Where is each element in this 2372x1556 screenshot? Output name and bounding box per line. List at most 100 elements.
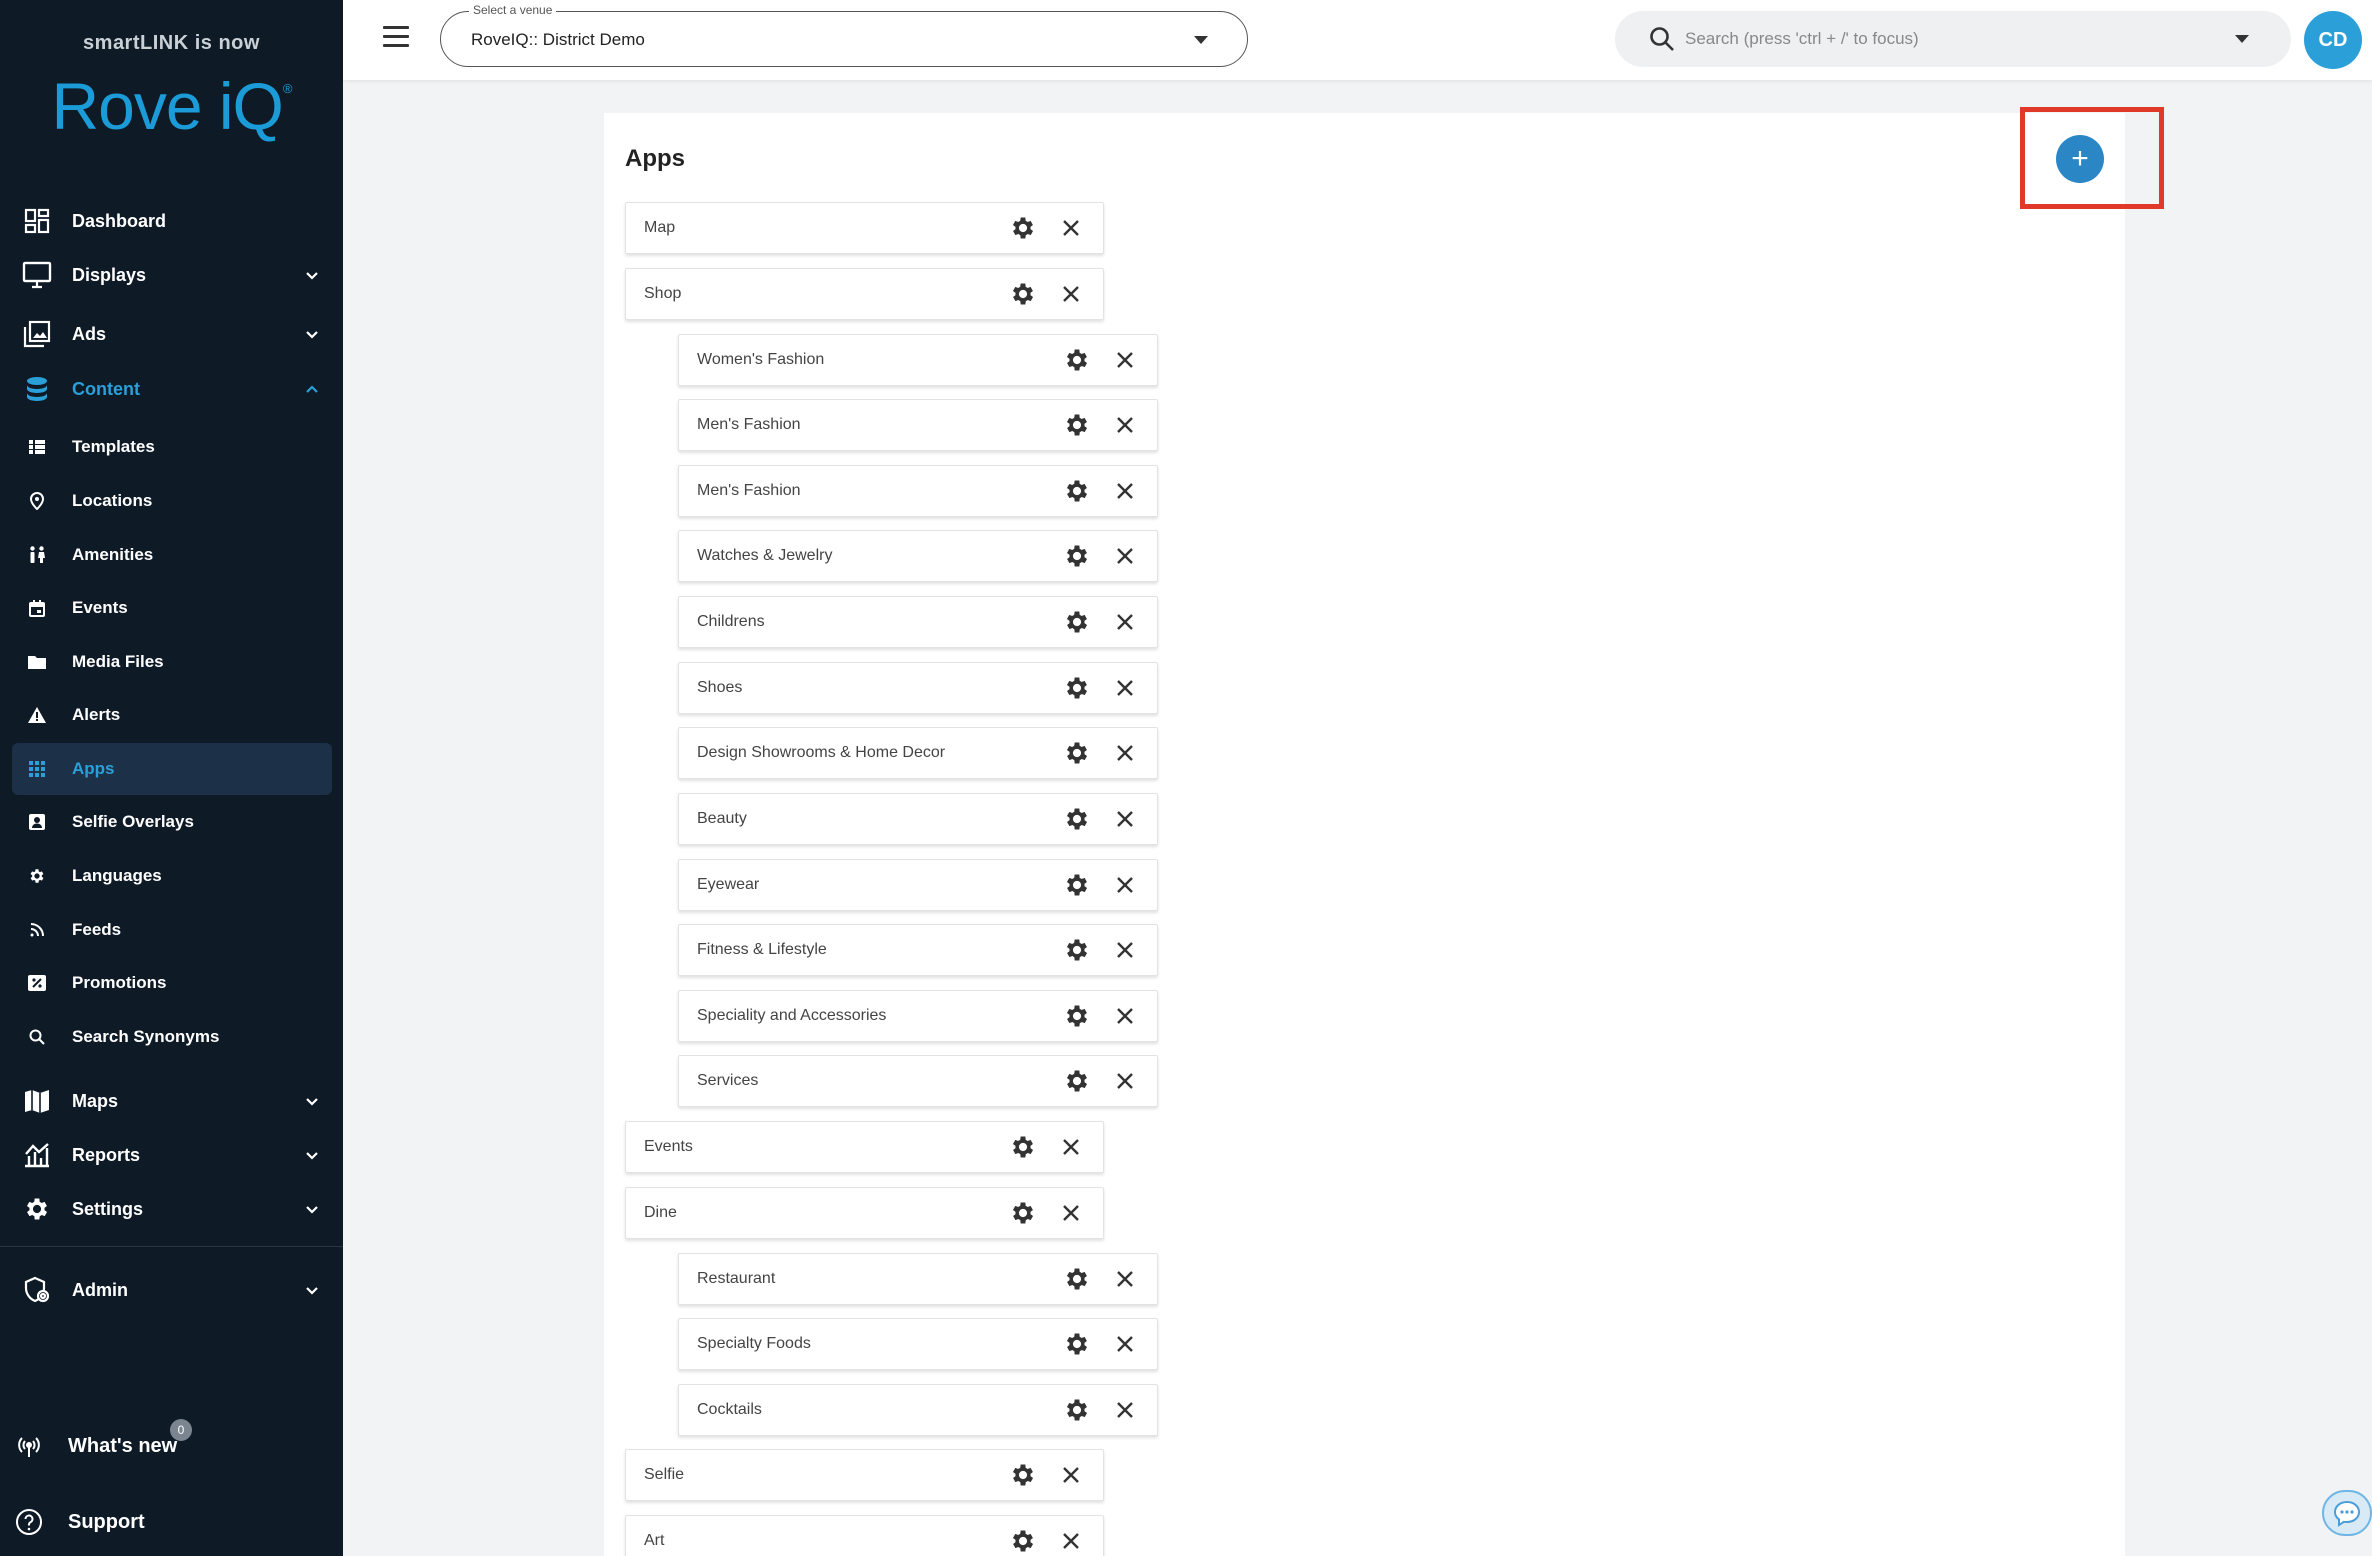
- sidebar-item-content[interactable]: Content: [12, 364, 332, 414]
- sidebar-item-selfie-overlays[interactable]: Selfie Overlays: [12, 797, 332, 847]
- close-icon[interactable]: [1101, 334, 1149, 386]
- sidebar-item-feeds[interactable]: Feeds: [12, 905, 332, 955]
- close-icon[interactable]: [1101, 727, 1149, 779]
- list-item[interactable]: Eyewear: [678, 859, 1158, 911]
- gear-icon[interactable]: [1053, 1253, 1101, 1305]
- gear-icon[interactable]: [999, 1121, 1047, 1173]
- close-icon[interactable]: [1101, 1253, 1149, 1305]
- sidebar-item-alerts[interactable]: Alerts: [12, 690, 332, 740]
- list-item[interactable]: Map: [625, 202, 1104, 254]
- database-icon: [12, 364, 62, 414]
- app-name: Services: [697, 1072, 759, 1089]
- list-item[interactable]: Shop: [625, 268, 1104, 320]
- list-item[interactable]: Art: [625, 1515, 1104, 1556]
- sidebar-item-events[interactable]: Events: [12, 583, 332, 633]
- sidebar-item-dashboard[interactable]: Dashboard: [12, 196, 332, 246]
- list-item[interactable]: Specialty Foods: [678, 1318, 1158, 1370]
- gear-icon[interactable]: [999, 268, 1047, 320]
- gear-icon: [12, 851, 62, 901]
- sidebar-item-templates[interactable]: Templates: [12, 422, 332, 472]
- sidebar-item-amenities[interactable]: Amenities: [12, 530, 332, 580]
- gear-icon[interactable]: [999, 1187, 1047, 1239]
- list-item[interactable]: Selfie: [625, 1449, 1104, 1501]
- venue-select[interactable]: Select a venue RoveIQ:: District Demo: [440, 3, 1248, 67]
- sidebar-item-reports[interactable]: Reports: [12, 1130, 332, 1180]
- list-item[interactable]: Childrens: [678, 596, 1158, 648]
- gear-icon[interactable]: [999, 1515, 1047, 1556]
- list-item[interactable]: Speciality and Accessories: [678, 990, 1158, 1042]
- gear-icon[interactable]: [1053, 793, 1101, 845]
- close-icon[interactable]: [1101, 465, 1149, 517]
- list-item[interactable]: Men's Fashion: [678, 465, 1158, 517]
- close-icon[interactable]: [1101, 990, 1149, 1042]
- close-icon[interactable]: [1047, 202, 1095, 254]
- close-icon[interactable]: [1101, 596, 1149, 648]
- list-item[interactable]: Services: [678, 1055, 1158, 1107]
- sidebar-item-support[interactable]: Support: [4, 1497, 324, 1547]
- sidebar-label-dashboard: Dashboard: [72, 210, 167, 231]
- gear-icon[interactable]: [1053, 859, 1101, 911]
- gear-icon[interactable]: [999, 202, 1047, 254]
- close-icon[interactable]: [1047, 1449, 1095, 1501]
- gear-icon[interactable]: [1053, 1384, 1101, 1436]
- gear-icon[interactable]: [1053, 530, 1101, 582]
- sidebar-item-admin[interactable]: Admin: [12, 1265, 332, 1315]
- close-icon[interactable]: [1101, 1318, 1149, 1370]
- avatar[interactable]: CD: [2304, 11, 2362, 69]
- gear-icon[interactable]: [1053, 727, 1101, 779]
- gear-icon[interactable]: [1053, 596, 1101, 648]
- sidebar-item-media-files[interactable]: Media Files: [12, 637, 332, 687]
- gear-icon[interactable]: [1053, 399, 1101, 451]
- sidebar-label-feeds: Feeds: [72, 920, 122, 939]
- sidebar-item-ads[interactable]: Ads: [12, 309, 332, 359]
- close-icon[interactable]: [1101, 1384, 1149, 1436]
- gear-icon[interactable]: [999, 1449, 1047, 1501]
- sidebar-item-apps[interactable]: Apps: [12, 743, 332, 795]
- gear-icon[interactable]: [1053, 924, 1101, 976]
- sidebar-item-maps[interactable]: Maps: [12, 1076, 332, 1126]
- gear-icon[interactable]: [1053, 334, 1101, 386]
- list-item[interactable]: Restaurant: [678, 1253, 1158, 1305]
- sidebar-item-promotions[interactable]: Promotions: [12, 958, 332, 1008]
- gear-icon[interactable]: [1053, 990, 1101, 1042]
- list-item[interactable]: Cocktails: [678, 1384, 1158, 1436]
- close-icon[interactable]: [1101, 662, 1149, 714]
- chat-bubble-icon[interactable]: [2322, 1490, 2372, 1536]
- search-input[interactable]: Search (press 'ctrl + /' to focus): [1615, 11, 2291, 67]
- sidebar-item-search-synonyms[interactable]: Search Synonyms: [12, 1012, 332, 1062]
- gear-icon[interactable]: [1053, 1318, 1101, 1370]
- menu-icon[interactable]: [383, 26, 409, 48]
- sidebar-item-locations[interactable]: Locations: [12, 476, 332, 526]
- list-item[interactable]: Dine: [625, 1187, 1104, 1239]
- sidebar-item-languages[interactable]: Languages: [12, 851, 332, 901]
- chevron-down-icon: [292, 1205, 332, 1214]
- list-item[interactable]: Shoes: [678, 662, 1158, 714]
- gear-icon[interactable]: [1053, 465, 1101, 517]
- close-icon[interactable]: [1101, 859, 1149, 911]
- list-item[interactable]: Men's Fashion: [678, 399, 1158, 451]
- brand-logo[interactable]: smartLINK is now Rove iQ®: [0, 32, 343, 139]
- list-item[interactable]: Watches & Jewelry: [678, 530, 1158, 582]
- gear-icon[interactable]: [1053, 1055, 1101, 1107]
- list-item[interactable]: Women's Fashion: [678, 334, 1158, 386]
- sidebar-item-whats-new[interactable]: What's new: [4, 1421, 324, 1471]
- close-icon[interactable]: [1047, 268, 1095, 320]
- list-item[interactable]: Fitness & Lifestyle: [678, 924, 1158, 976]
- list-item[interactable]: Design Showrooms & Home Decor: [678, 727, 1158, 779]
- app-name: Design Showrooms & Home Decor: [697, 744, 946, 761]
- close-icon[interactable]: [1047, 1121, 1095, 1173]
- list-item[interactable]: Beauty: [678, 793, 1158, 845]
- gear-icon[interactable]: [1053, 662, 1101, 714]
- close-icon[interactable]: [1101, 530, 1149, 582]
- close-icon[interactable]: [1101, 399, 1149, 451]
- app-name: Women's Fashion: [697, 351, 825, 368]
- list-item[interactable]: Events: [625, 1121, 1104, 1173]
- sidebar-item-displays[interactable]: Displays: [12, 250, 332, 300]
- close-icon[interactable]: [1047, 1187, 1095, 1239]
- dropdown-arrow-icon[interactable]: [2235, 35, 2249, 43]
- close-icon[interactable]: [1047, 1515, 1095, 1556]
- close-icon[interactable]: [1101, 793, 1149, 845]
- close-icon[interactable]: [1101, 1055, 1149, 1107]
- sidebar-item-settings[interactable]: Settings: [12, 1184, 332, 1234]
- close-icon[interactable]: [1101, 924, 1149, 976]
